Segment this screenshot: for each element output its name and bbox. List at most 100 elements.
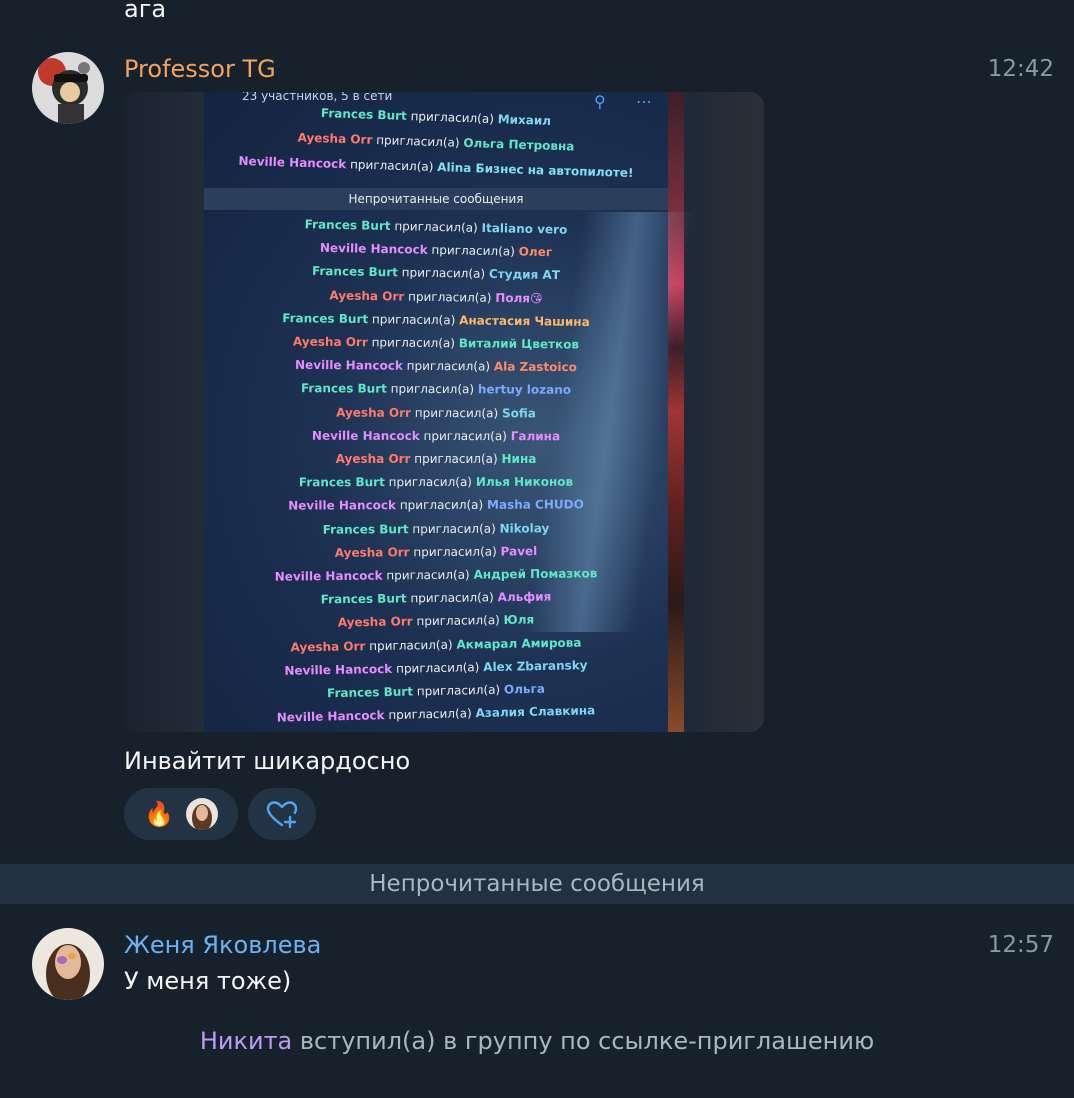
photo-inviter-name: Neville Hancock [294, 358, 403, 373]
photo-invite-verb: пригласил(а) [397, 265, 490, 282]
photo-inviter-name: Neville Hancock [311, 428, 420, 443]
chat-history[interactable]: ага Professor TG 12:42 23 участников, 5 … [0, 0, 1074, 1098]
photo-invitee-name: Юля [503, 612, 535, 628]
photo-inviter-name: Ayesha Orr [334, 545, 410, 560]
photo-invitee-name: Alina Бизнес на автопилоте! [437, 160, 634, 181]
photo-invite-verb: пригласил(а) [392, 659, 484, 676]
photo-invite-verb: пригласил(а) [404, 289, 496, 305]
photo-inviter-name: Frances Burt [320, 591, 407, 607]
photo-inviter-name: Frances Burt [326, 684, 414, 701]
photo-invite-line: Ayesha Orr пригласил(а) Ольга Петровна [204, 127, 668, 156]
photo-invite-verb: пригласил(а) [412, 613, 504, 629]
photo-invitee-name: Анастасия Чашина [459, 313, 590, 329]
photo-inviter-name: Frances Burt [282, 310, 369, 326]
photo-inviter-name: Neville Hancock [284, 661, 393, 678]
photo-invitee-name: Альфия [497, 589, 552, 605]
photo-inviter-name: Neville Hancock [319, 241, 428, 258]
photo-inviter-name: Frances Burt [322, 521, 409, 537]
reactor-avatar [186, 798, 218, 830]
photo-invite-line: Neville Hancock пригласил(а) Alex Zbaran… [204, 656, 668, 679]
photo-invite-verb: пригласил(а) [419, 428, 511, 443]
photo-invitee-name: Поля😘 [495, 290, 543, 306]
photo-invite-verb: пригласил(а) [390, 219, 482, 235]
photo-invite-verb: пригласил(а) [410, 405, 502, 420]
photo-inviter-name: Neville Hancock [276, 708, 385, 725]
photo-invite-verb: пригласил(а) [384, 706, 476, 723]
photo-invite-verb: пригласил(а) [395, 498, 488, 513]
photo-invitee-name: Олег [518, 244, 553, 260]
photo-side-strip [668, 92, 684, 732]
photo-invitee-name: hertuy lozano [477, 382, 572, 398]
photo-invite-line: Neville Hancock пригласил(а) Галина [204, 428, 668, 444]
sender-name[interactable]: Professor TG [124, 54, 276, 84]
sender-name[interactable]: Женя Яковлева [124, 930, 321, 960]
photo-invite-verb: пригласил(а) [406, 108, 498, 127]
photo-inviter-name: Frances Burt [311, 264, 399, 280]
photo-invitee-name: Михаил [497, 112, 552, 129]
photo-invite-line: Ayesha Orr пригласил(а) Sofia [204, 405, 668, 421]
photo-invite-verb: пригласил(а) [384, 475, 476, 490]
photo-inviter-name: Neville Hancock [238, 153, 347, 172]
reaction-fire[interactable]: 🔥 [124, 788, 238, 840]
photo-inviter-name: Frances Burt [298, 475, 385, 490]
photo-invitee-name: Андрей Помазков [473, 566, 598, 582]
photo-inviter-name: Ayesha Orr [329, 288, 405, 304]
photo-invitee-name: Студия АТ [488, 267, 561, 283]
photo-attachment[interactable]: 23 участников, 5 в сети ⚲ ⋯ Frances Burt… [124, 92, 764, 732]
message-time: 12:42 [987, 56, 1054, 82]
photo-invite-verb: пригласил(а) [365, 637, 457, 653]
avatar[interactable] [32, 52, 104, 124]
photo-invitee-name: Masha CHUDO [486, 497, 584, 513]
photo-unread-bar: Непрочитанные сообщения [204, 188, 668, 210]
photo-invite-verb: пригласил(а) [386, 382, 478, 397]
photo-invite-line: Frances Burt пригласил(а) Ольга [204, 679, 668, 703]
more-icon: ⋯ [636, 92, 652, 111]
photo-invite-line: Ayesha Orr пригласил(а) Нина [204, 452, 668, 466]
photo-invite-line: Frances Burt пригласил(а) Nikolay [204, 520, 668, 537]
message-text: У меня тоже) [124, 967, 292, 995]
service-user-link[interactable]: Никита [200, 1027, 292, 1055]
photo-invite-line: Frances Burt пригласил(а) Илья Никонов [204, 475, 668, 490]
message-zhenya[interactable]: Женя Яковлева 12:57 У меня тоже) [0, 904, 1074, 1014]
photo-inviter-name: Ayesha Orr [297, 130, 373, 147]
photo-inviter-name: Ayesha Orr [290, 638, 366, 655]
photo-inviter-name: Frances Burt [320, 105, 408, 123]
photo-invite-verb: пригласил(а) [412, 682, 505, 699]
photo-invitee-name: Нина [501, 452, 537, 466]
photo-invitee-name: Ala Zastoico [493, 359, 577, 375]
photo-invitee-name: Илья Никонов [475, 474, 574, 490]
photo-invite-verb: пригласил(а) [406, 590, 498, 606]
avatar[interactable] [32, 928, 104, 1000]
photo-inviter-name: Neville Hancock [288, 498, 397, 514]
photo-invite-verb: пригласил(а) [367, 335, 459, 351]
photo-invite-verb: пригласил(а) [346, 157, 438, 175]
photo-inviter-name: Ayesha Orr [337, 614, 413, 630]
photo-invitee-name: Ольга [503, 681, 546, 697]
photo-invite-line: Neville Hancock пригласил(а) Alina Бизне… [204, 153, 668, 181]
message-professor-tg[interactable]: Professor TG 12:42 23 участников, 5 в се… [0, 0, 1074, 860]
photo-inviter-name: Ayesha Orr [336, 405, 411, 420]
photo-invite-verb: пригласил(а) [368, 311, 460, 328]
add-reaction-button[interactable] [248, 788, 316, 840]
photo-invite-line: Neville Hancock пригласил(а) Азалия Слав… [204, 702, 668, 727]
photo-invitee-name: Акмарал Амирова [456, 635, 582, 652]
message-caption: Инвайтит шикардосно [124, 747, 411, 775]
photo-inviter-name: Frances Burt [304, 217, 391, 234]
photo-invitee-name: Виталий Цветков [458, 336, 580, 352]
fire-icon: 🔥 [144, 800, 174, 828]
photo-invite-verb: пригласил(а) [410, 452, 502, 466]
heart-plus-icon [266, 801, 298, 828]
photo-invitee-name: Italiano vero [481, 220, 568, 237]
photo-invite-verb: пригласил(а) [382, 567, 474, 583]
photo-inviter-name: Frances Burt [300, 381, 387, 397]
photo-invitee-name: Галина [510, 428, 561, 444]
photo-invite-verb: пригласил(а) [408, 521, 500, 536]
photo-invite-line: Frances Burt пригласил(а) hertuy lozano [204, 381, 668, 398]
photo-invite-line: Neville Hancock пригласил(а) Ala Zastoic… [204, 357, 668, 375]
service-action: вступил(а) в группу по ссылке-приглашени… [299, 1027, 875, 1055]
photo-invitee-name: Alex Zbaransky [483, 657, 588, 674]
photo-invitee-name: Азалия Славкина [475, 703, 596, 721]
photo-invite-verb: пригласил(а) [427, 243, 519, 259]
photo-invite-line: Neville Hancock пригласил(а) Masha CHUDO [204, 497, 668, 513]
photo-invitee-name: Sofia [501, 405, 536, 421]
